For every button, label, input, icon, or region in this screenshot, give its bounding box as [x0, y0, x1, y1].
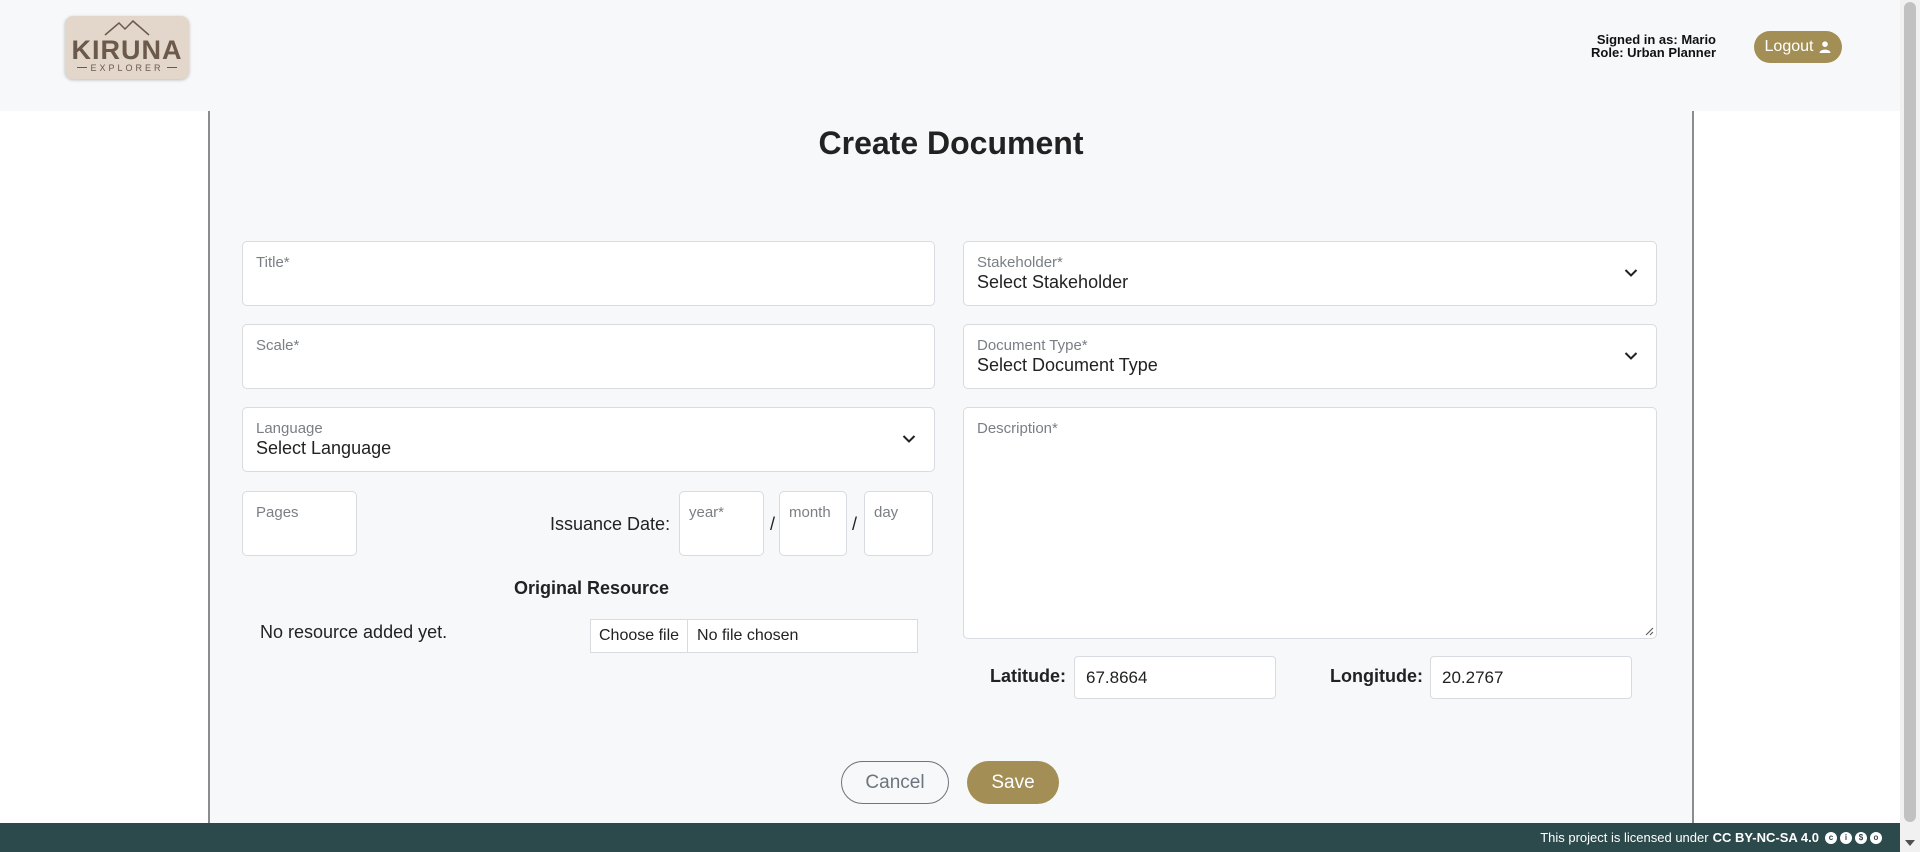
- scale-label: Scale*: [256, 337, 300, 354]
- cc-icon: c: [1825, 831, 1837, 844]
- no-file-chosen-text: No file chosen: [697, 627, 799, 644]
- month-input[interactable]: month: [779, 491, 847, 556]
- document-type-label: Document Type*: [977, 337, 1088, 354]
- pages-input[interactable]: Pages: [242, 491, 357, 556]
- choose-file-button[interactable]: Choose file: [591, 620, 689, 652]
- scrollbar-thumb[interactable]: [1904, 2, 1916, 822]
- chevron-down-icon: [1624, 269, 1638, 277]
- logout-button[interactable]: Logout: [1754, 31, 1842, 63]
- license-icons: c i $ o: [1825, 831, 1882, 844]
- sa-icon: o: [1870, 831, 1882, 844]
- month-placeholder: month: [789, 504, 831, 521]
- issuance-date-label: Issuance Date:: [550, 514, 671, 534]
- logo-text: KIRUNA: [71, 34, 183, 65]
- day-placeholder: day: [874, 504, 899, 521]
- logout-label: Logout: [1764, 38, 1814, 55]
- day-input[interactable]: day: [864, 491, 933, 556]
- latitude-input[interactable]: 67.8664: [1074, 656, 1276, 699]
- title-input[interactable]: Title*: [242, 241, 935, 306]
- scroll-down-arrow-icon[interactable]: [1905, 840, 1915, 846]
- longitude-label: Longitude:: [1330, 666, 1423, 686]
- longitude-input[interactable]: 20.2767: [1430, 656, 1632, 699]
- license-link[interactable]: CC BY-NC-SA 4.0: [1713, 830, 1819, 845]
- nc-icon: $: [1855, 831, 1867, 844]
- resize-handle-icon[interactable]: [1644, 626, 1654, 636]
- document-type-value: Select Document Type: [977, 355, 1158, 375]
- footer: This project is licensed under CC BY-NC-…: [0, 823, 1900, 852]
- language-value: Select Language: [256, 438, 392, 458]
- page-scrollbar[interactable]: [1900, 0, 1920, 852]
- logo-subtext: EXPLORER: [77, 63, 177, 73]
- page-title: Create Document: [818, 125, 1084, 161]
- scale-input[interactable]: Scale*: [242, 324, 935, 389]
- language-label: Language: [256, 420, 323, 437]
- role-text: Role: Urban Planner: [1591, 45, 1716, 60]
- no-resource-text: No resource added yet.: [260, 622, 448, 642]
- description-label: Description*: [977, 420, 1058, 437]
- pages-label: Pages: [256, 504, 299, 521]
- language-select[interactable]: Language Select Language: [242, 407, 935, 472]
- save-button[interactable]: Save: [967, 761, 1059, 804]
- user-info: Signed in as: Mario Role: Urban Planner: [1591, 33, 1716, 59]
- license-text: This project is licensed under: [1540, 830, 1709, 845]
- latitude-label: Latitude:: [990, 666, 1066, 686]
- stakeholder-value: Select Stakeholder: [977, 272, 1129, 292]
- date-separator: /: [770, 514, 776, 534]
- original-resource-heading: Original Resource: [514, 578, 670, 598]
- user-icon: [1819, 41, 1831, 53]
- title-label: Title*: [256, 254, 290, 271]
- date-separator: /: [852, 514, 858, 534]
- by-icon: i: [1840, 831, 1852, 844]
- file-input[interactable]: Choose file No file chosen: [590, 619, 918, 653]
- description-textarea[interactable]: Description*: [963, 407, 1657, 639]
- chevron-down-icon: [902, 435, 916, 443]
- year-input[interactable]: year*: [679, 491, 764, 556]
- cancel-button[interactable]: Cancel: [841, 761, 949, 804]
- mountain-icon: [104, 19, 150, 36]
- stakeholder-label: Stakeholder*: [977, 254, 1063, 271]
- kiruna-explorer-logo[interactable]: KIRUNA EXPLORER: [65, 16, 189, 79]
- year-placeholder: year*: [689, 504, 725, 521]
- stakeholder-select[interactable]: Stakeholder* Select Stakeholder: [963, 241, 1657, 306]
- create-document-panel: Create Document Title* Scale* Language S…: [208, 111, 1694, 823]
- top-navbar: KIRUNA EXPLORER Signed in as: Mario Role…: [0, 0, 1900, 111]
- document-type-select[interactable]: Document Type* Select Document Type: [963, 324, 1657, 389]
- chevron-down-icon: [1624, 352, 1638, 360]
